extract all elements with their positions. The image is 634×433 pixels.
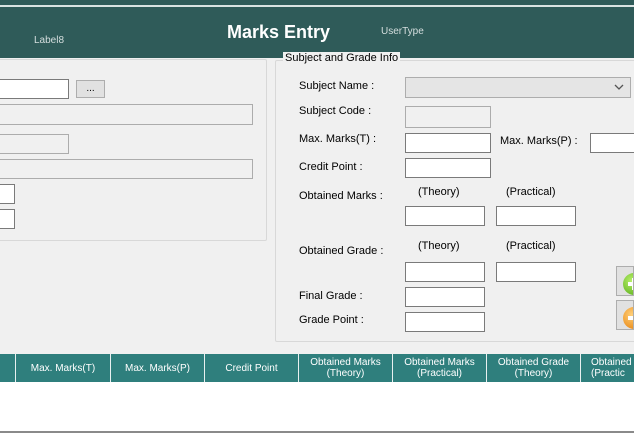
max-marks-theory-label: Max. Marks(T) : [299,133,376,145]
browse-button[interactable]: ... [76,80,105,98]
final-grade-field[interactable] [405,287,485,307]
subject-code-label: Subject Code : [299,105,372,117]
max-marks-theory-field[interactable] [405,133,491,153]
grid-column-obtained-marks-theory[interactable]: Obtained Marks (Theory) [299,354,393,382]
credit-point-field[interactable] [405,158,491,178]
remove-circle-icon [623,307,633,329]
grade-point-field[interactable] [405,312,485,332]
grid-column-obtained-grade-theory[interactable]: Obtained Grade (Theory) [487,354,581,382]
max-marks-practical-field[interactable] [590,133,634,153]
grid-column-header[interactable] [0,354,16,382]
header-top-line [0,5,634,7]
grid-column-obtained-grade-practical[interactable]: Obtained (Practic [581,354,634,382]
subject-code-field[interactable] [405,106,491,128]
credit-point-label: Credit Point : [299,161,363,173]
left-field-3[interactable] [0,134,69,154]
obtained-marks-theory-header: (Theory) [418,186,460,198]
add-button[interactable] [616,266,634,296]
grid-column-max-marks-t[interactable]: Max. Marks(T) [16,354,111,382]
obtained-marks-theory-field[interactable] [405,206,485,226]
left-field-6[interactable] [0,209,15,229]
obtained-marks-practical-field[interactable] [496,206,576,226]
left-field-4[interactable] [0,159,253,179]
add-circle-icon [623,273,633,295]
subject-grade-caption: Subject and Grade Info [283,52,401,64]
obtained-grade-label: Obtained Grade : [299,245,384,257]
obtained-marks-label: Obtained Marks : [299,190,383,202]
grid-column-obtained-marks-practical[interactable]: Obtained Marks (Practical) [393,354,487,382]
grade-point-label: Grade Point : [299,314,364,326]
subject-name-dropdown[interactable] [405,77,631,98]
left-field-1[interactable] [0,79,69,99]
final-grade-label: Final Grade : [299,290,363,302]
header-bar: Label8 Marks Entry UserType [0,0,634,58]
marks-grid-body[interactable] [0,382,634,431]
obtained-grade-practical-header: (Practical) [506,240,556,252]
obtained-grade-theory-header: (Theory) [418,240,460,252]
chevron-down-icon [614,84,624,90]
max-marks-practical-label: Max. Marks(P) : [500,135,578,147]
left-field-2[interactable] [0,104,253,125]
left-field-5[interactable] [0,184,15,204]
page-title: Marks Entry [227,22,331,42]
obtained-grade-theory-field[interactable] [405,262,485,282]
label8: Label8 [34,35,65,46]
usertype-label: UserType [381,26,424,37]
remove-button[interactable] [616,300,634,330]
grid-column-max-marks-p[interactable]: Max. Marks(P) [111,354,205,382]
marks-grid-header: Max. Marks(T) Max. Marks(P) Credit Point… [0,354,634,382]
obtained-grade-practical-field[interactable] [496,262,576,282]
obtained-marks-practical-header: (Practical) [506,186,556,198]
subject-name-label: Subject Name : [299,80,375,92]
grid-column-credit-point[interactable]: Credit Point [205,354,299,382]
